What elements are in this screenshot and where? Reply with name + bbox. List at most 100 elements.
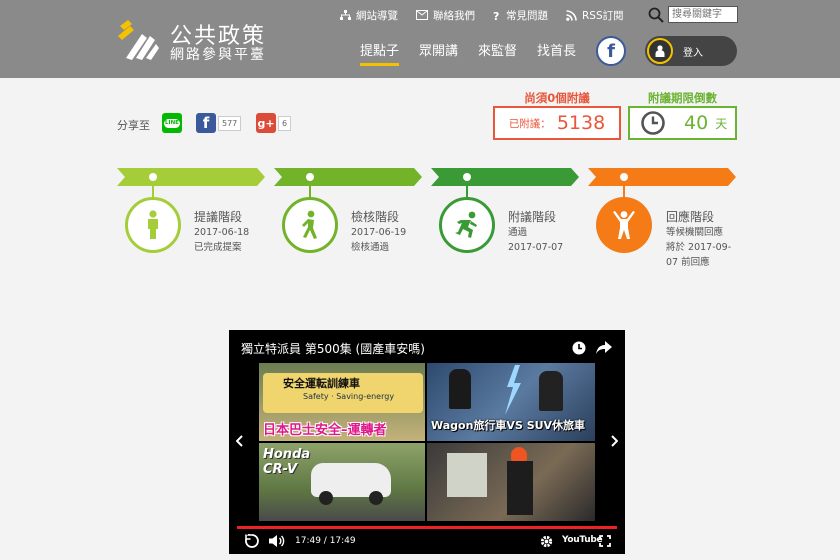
site-header: 公共政策 網路參與平臺 網站導覽 聯絡我們 ? 常見問題 RSS訂閱 提點子 眾… (0, 0, 840, 78)
stage-dot-endorsement (463, 173, 471, 181)
bus-slogan-text: Safety · Saving-energy (303, 392, 395, 401)
toplink-faq[interactable]: ? 常見問題 (493, 6, 548, 24)
logo-subtitle: 網路參與平臺 (170, 47, 266, 63)
toplink-sitemap[interactable]: 網站導覽 (340, 6, 398, 24)
nav-item-officials[interactable]: 找首長 (537, 40, 576, 66)
nav-item-discuss[interactable]: 眾開講 (419, 40, 458, 66)
svg-text:?: ? (493, 10, 499, 21)
stage-dot-review (306, 173, 314, 181)
person-cheering-icon (613, 211, 635, 239)
login-button[interactable]: 登入 (645, 36, 737, 66)
toplink-sitemap-label: 網站導覽 (356, 9, 398, 22)
video-progress-bar[interactable] (237, 526, 617, 529)
stage-status-endorsement: 通過 (508, 227, 528, 238)
toplink-rss-label: RSS訂閱 (582, 9, 624, 22)
share-label: 分享至 (117, 119, 150, 132)
presenter-silhouette-2 (539, 371, 563, 411)
replay-icon[interactable] (245, 534, 259, 548)
stage-date-endorsement: 2017-07-07 (508, 242, 564, 253)
car-wheel-2 (369, 491, 383, 505)
facebook-button[interactable]: f (596, 36, 626, 66)
stage-band-review (274, 168, 422, 186)
person-standing-icon (148, 210, 158, 239)
stage-dot-response (620, 173, 628, 181)
stage-date-proposal: 2017-06-18 (194, 227, 250, 238)
stage-circle-endorsement (439, 197, 495, 253)
signature-counter: 已附議： 5138 (493, 106, 621, 140)
thumb-caption-crv: Honda CR-V (263, 447, 311, 477)
share-line-button[interactable]: LINE (162, 113, 182, 133)
stage-title-proposal: 提議階段 (194, 210, 243, 224)
settings-gear-icon[interactable] (540, 535, 553, 548)
lightning-graphic (505, 365, 521, 415)
gplus-share-count: 6 (278, 116, 292, 131)
stage-circle-review (282, 197, 338, 253)
video-player[interactable]: 獨立特派員 第500集 (國產車安嗎) 安全運転訓練車 Safety · Sav… (229, 330, 625, 554)
days-unit: 天 (715, 116, 728, 131)
facebook-share-count: 577 (218, 116, 242, 131)
stage-date-review: 2017-06-19 (351, 227, 407, 238)
toplink-contact[interactable]: 聯絡我們 (416, 6, 475, 24)
days-value: 40 (684, 112, 709, 134)
top-links: 網站導覽 聯絡我們 ? 常見問題 RSS訂閱 (340, 6, 642, 24)
nav-item-supervise[interactable]: 來監督 (478, 40, 517, 66)
stage-band-proposal (117, 168, 265, 186)
login-label: 登入 (683, 47, 703, 59)
search-input[interactable] (668, 6, 738, 23)
prev-arrow-icon[interactable] (236, 435, 244, 447)
logo-mark-icon (118, 20, 159, 60)
volume-icon[interactable] (269, 534, 285, 548)
toplink-faq-label: 常見問題 (506, 9, 548, 22)
signed-value: 5138 (556, 112, 606, 134)
stage-status-proposal: 已完成提案 (194, 242, 242, 253)
video-thumb-wagon[interactable]: Wagon旅行車VS SUV休旅車 (427, 363, 595, 441)
video-thumb-crv[interactable]: Honda CR-V (259, 443, 425, 521)
person-walking-icon (302, 210, 317, 239)
share-gplus-button[interactable]: g+ (256, 113, 276, 133)
clock-icon (641, 111, 665, 135)
technician-body (507, 461, 533, 515)
share-facebook-button[interactable]: f (196, 113, 216, 133)
sitemap-icon (340, 9, 351, 20)
user-icon (647, 38, 673, 64)
signed-label: 已附議： (508, 117, 551, 130)
youtube-label: YouTube (562, 535, 603, 545)
facebook-icon: f (607, 40, 615, 62)
stage-band-response (588, 168, 736, 186)
video-title[interactable]: 獨立特派員 第500集 (國產車安嗎) (241, 340, 425, 357)
video-thumb-bus[interactable]: 安全運転訓練車 Safety · Saving-energy 日本巴士安全–運轉… (259, 363, 425, 441)
fullscreen-icon[interactable] (599, 535, 611, 547)
stage-info-proposal: 提議階段 2017-06-18 已完成提案 (194, 210, 249, 255)
nav-item-ideas[interactable]: 提點子 (360, 40, 400, 66)
presenter-silhouette-1 (449, 369, 471, 409)
stage-stem-response (623, 181, 625, 197)
stage-band-endorsement (431, 168, 579, 186)
stage-circle-response (596, 197, 652, 253)
toplink-contact-label: 聯絡我們 (433, 9, 475, 22)
stage-title-review: 檢核階段 (351, 210, 400, 224)
stage-info-response: 回應階段 等候機關回應 將於 2017-09- 07 前回應 (666, 210, 740, 270)
machine-panel (447, 453, 487, 497)
search-icon[interactable] (648, 7, 664, 23)
stage-stem-endorsement (466, 181, 468, 197)
person-running-icon (455, 211, 477, 238)
deadline-title: 附議期限倒數 (648, 91, 717, 105)
video-thumb-factory[interactable] (427, 443, 595, 521)
stage-stem-proposal (152, 181, 154, 197)
question-icon: ? (493, 10, 499, 21)
rss-icon (566, 9, 577, 21)
facebook-share-icon: f (202, 114, 210, 132)
next-arrow-icon[interactable] (610, 435, 618, 447)
stage-title-endorsement: 附議階段 (508, 210, 557, 224)
watch-later-icon[interactable] (572, 341, 586, 355)
share-icon[interactable] (596, 341, 612, 355)
site-logo[interactable]: 公共政策 網路參與平臺 (116, 16, 266, 64)
gplus-icon: g+ (257, 116, 275, 130)
line-icon: LINE (164, 118, 180, 128)
stage-dot-proposal (149, 173, 157, 181)
toplink-rss[interactable]: RSS訂閱 (566, 6, 624, 24)
youtube-logo[interactable]: YouTube (562, 535, 603, 545)
thumb-caption-wagon: Wagon旅行車VS SUV休旅車 (431, 419, 586, 432)
needed-signatures-title: 尚須0個附議 (524, 91, 590, 105)
stage-info-review: 檢核階段 2017-06-19 檢核通過 (351, 210, 406, 255)
